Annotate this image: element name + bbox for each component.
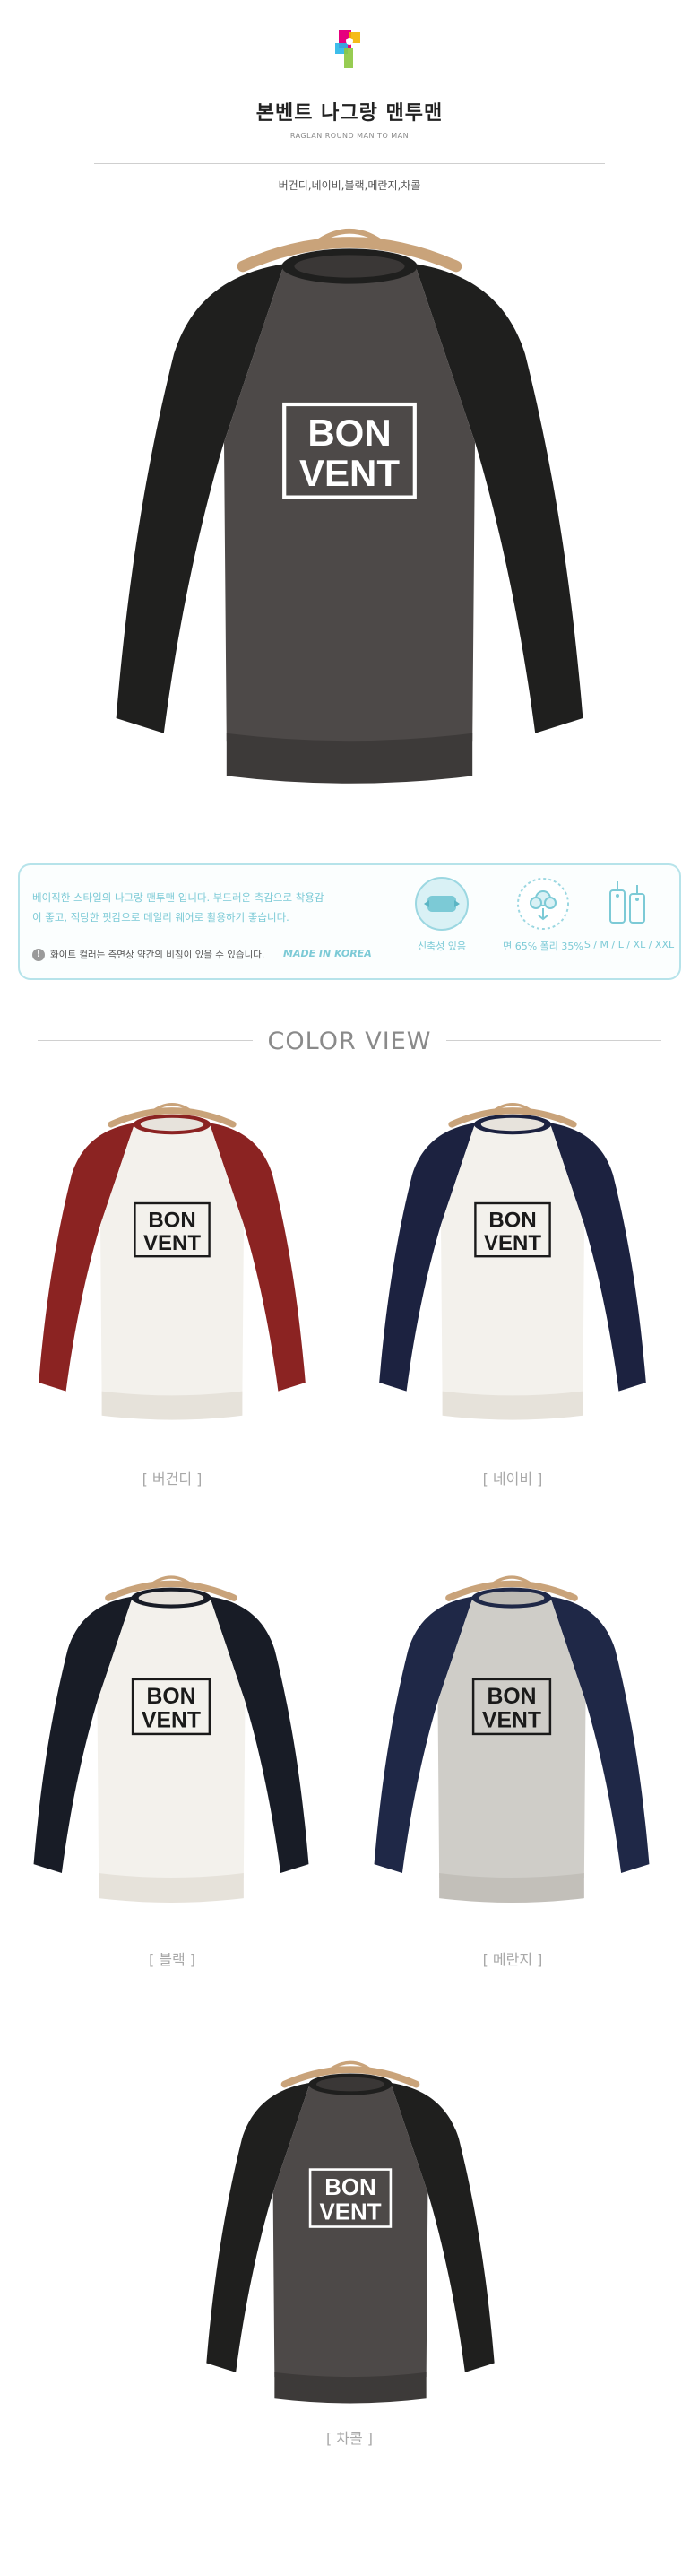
print-line-2: VENT (299, 452, 400, 494)
sweater-illustration: BON VENT (379, 1103, 646, 1420)
color-swatch-melange: BON VENT (364, 1567, 660, 1917)
print-line-1: BON (148, 1208, 195, 1232)
caption-melange: [ 메란지 ] (482, 1951, 543, 1968)
made-in-label: MADE IN KOREA (283, 948, 372, 959)
main-product-image: BON VENT (99, 215, 600, 807)
caption-burgundy: [ 버건디 ] (142, 1470, 203, 1487)
print-line-2: VENT (482, 1709, 541, 1733)
feature-size-label: S / M / L / XL / XXL (583, 939, 675, 950)
caption-charcoal: [ 차콜 ] (325, 2430, 374, 2447)
care-warning: ! 화이트 컬러는 측면상 약간의 비침이 있을 수 있습니다. (32, 948, 264, 961)
stretch-pillow-icon (414, 876, 470, 932)
care-warning-text: 화이트 컬러는 측면상 약간의 비침이 있을 수 있습니다. (50, 950, 265, 960)
brand-logo-icon (330, 27, 369, 74)
print-line-1: BON (488, 1685, 537, 1709)
print-line-2: VENT (143, 1231, 201, 1255)
print-line-2: VENT (484, 1231, 541, 1255)
feature-stretch: 신축성 있음 (393, 876, 491, 953)
sweater-illustration: BON VENT (39, 1103, 306, 1420)
print-line-1: BON (324, 2175, 376, 2200)
feature-size: S / M / L / XL / XXL (580, 876, 678, 950)
cotton-fabric-icon (515, 876, 571, 932)
product-description: 베이직한 스타일의 나그랑 맨투맨 입니다. 부드러운 촉감으로 착용감이 좋고… (32, 891, 324, 924)
feature-fabric: 면 65% 폴리 35% (494, 876, 592, 953)
header-divider (94, 163, 605, 164)
print-line-2: VENT (319, 2200, 381, 2225)
caption-navy: [ 네이비 ] (482, 1470, 543, 1487)
color-swatch-charcoal: BON VENT (195, 2053, 505, 2417)
available-colors: 버건디,네이비,블랙,메란지,차콜 (278, 179, 421, 192)
product-info-box: 베이직한 스타일의 나그랑 맨투맨 입니다. 부드러운 촉감으로 착용감이 좋고… (18, 863, 681, 980)
color-swatch-navy: BON VENT (369, 1096, 656, 1433)
exclamation-icon: ! (32, 948, 45, 961)
feature-fabric-label: 면 65% 폴리 35% (503, 941, 583, 952)
print-line-2: VENT (142, 1709, 201, 1733)
product-subtitle: RAGLAN ROUND MAN TO MAN (289, 132, 410, 140)
size-tag-icon (601, 876, 657, 932)
feature-stretch-label: 신축성 있음 (417, 941, 467, 952)
caption-black: [ 블랙 ] (148, 1951, 196, 1968)
color-swatch-burgundy: BON VENT (29, 1096, 315, 1433)
color-swatch-black: BON VENT (23, 1567, 319, 1917)
sweater-illustration: BON VENT (33, 1575, 309, 1904)
print-line-1: BON (488, 1208, 536, 1232)
sweater-illustration: BON VENT (116, 229, 583, 784)
print-line-1: BON (147, 1685, 196, 1709)
product-title: 본벤트 나그랑 맨투맨 (255, 102, 444, 125)
sweater-illustration: BON VENT (206, 2060, 495, 2404)
sweater-illustration: BON VENT (374, 1575, 650, 1904)
color-view-title: COLOR VIEW (267, 1028, 432, 1055)
print-line-1: BON (307, 412, 391, 454)
